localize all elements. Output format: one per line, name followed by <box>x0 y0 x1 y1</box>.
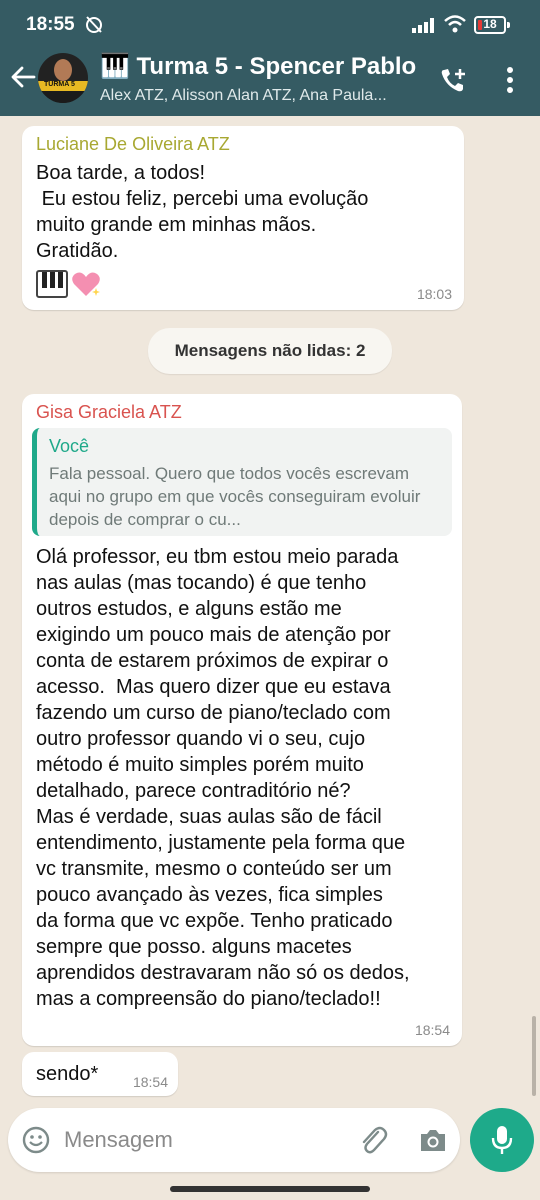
wifi-icon <box>444 15 466 33</box>
group-members[interactable]: Alex ATZ, Alisson Alan ATZ, Ana Paula... <box>100 87 420 105</box>
camera-icon[interactable] <box>418 1126 448 1154</box>
message-text: sendo* <box>36 1063 99 1085</box>
message-bubble[interactable]: sendo* 18:54 <box>22 1052 178 1096</box>
emoji-row <box>36 270 102 298</box>
sender-name[interactable]: Luciane De Oliveira ATZ <box>36 134 230 155</box>
signal-icon <box>412 18 434 33</box>
sender-name[interactable]: Gisa Graciela ATZ <box>36 402 182 423</box>
scrollbar[interactable] <box>532 1016 536 1096</box>
sparkling-heart-emoji-icon <box>72 272 100 296</box>
message-composer <box>8 1108 460 1172</box>
message-bubble[interactable]: Gisa Graciela ATZ Você Fala pessoal. Que… <box>22 394 462 1046</box>
emoji-icon[interactable] <box>22 1126 50 1154</box>
chat-header: TURMA 5 🎹 Turma 5 - Spencer Pablo Alex A… <box>0 44 540 116</box>
message-time: 18:54 <box>132 1074 168 1090</box>
status-bar: 18:55 18 <box>0 0 540 44</box>
message-input[interactable] <box>64 1124 344 1156</box>
battery-level: 18 <box>483 17 497 31</box>
piano-emoji-icon <box>36 270 68 298</box>
add-call-icon[interactable] <box>438 66 468 96</box>
status-time: 18:55 <box>26 14 75 35</box>
message-time: 18:54 <box>414 1022 450 1038</box>
message-text: Boa tarde, a todos! Eu estou feliz, perc… <box>36 162 369 262</box>
more-options-icon[interactable] <box>500 66 520 94</box>
avatar-tag: TURMA 5 <box>44 81 75 88</box>
back-arrow-icon[interactable] <box>10 64 36 90</box>
message-bubble[interactable]: Luciane De Oliveira ATZ Boa tarde, a tod… <box>22 126 464 310</box>
home-indicator[interactable] <box>170 1186 370 1192</box>
microphone-icon <box>491 1126 513 1154</box>
unread-messages-divider: Mensagens não lidas: 2 <box>148 328 392 374</box>
quoted-message[interactable]: Você Fala pessoal. Quero que todos vocês… <box>32 428 452 536</box>
group-avatar[interactable]: TURMA 5 <box>38 53 88 103</box>
message-time: 18:03 <box>416 286 452 302</box>
group-title[interactable]: 🎹 Turma 5 - Spencer Pablo <box>100 52 420 81</box>
battery-icon: 18 <box>474 16 510 34</box>
alarm-off-icon <box>86 16 102 33</box>
message-text: Olá professor, eu tbm estou meio parada … <box>36 546 410 1010</box>
quoted-text: Fala pessoal. Quero que todos vocês escr… <box>49 464 421 529</box>
voice-message-button[interactable] <box>470 1108 534 1172</box>
message-list[interactable]: Luciane De Oliveira ATZ Boa tarde, a tod… <box>0 116 540 1100</box>
attach-icon[interactable] <box>358 1124 388 1156</box>
quoted-author: Você <box>49 436 90 456</box>
